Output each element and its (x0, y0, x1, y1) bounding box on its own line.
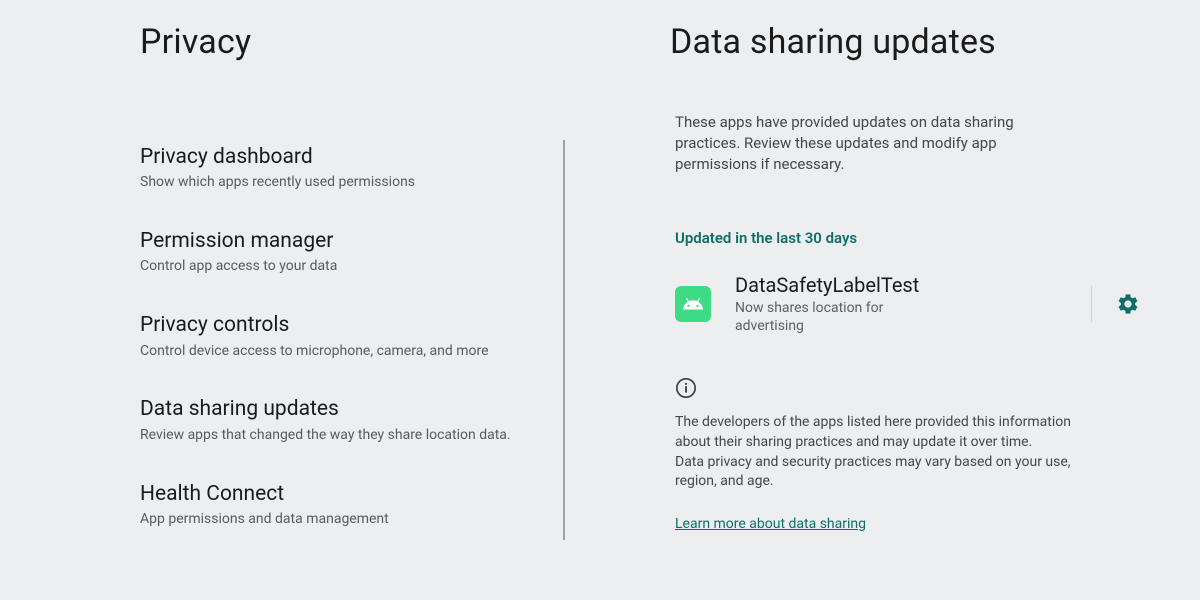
setting-sub: App permissions and data management (140, 510, 545, 529)
app-row-separator (1091, 286, 1092, 322)
privacy-dashboard-item[interactable]: Privacy dashboard Show which apps recent… (140, 144, 605, 192)
gear-icon[interactable] (1116, 292, 1140, 316)
data-sharing-panel: Data sharing updates These apps have pro… (605, 0, 1200, 600)
setting-title: Privacy dashboard (140, 144, 545, 170)
learn-more-link[interactable]: Learn more about data sharing (675, 516, 1140, 532)
panel-divider (563, 140, 565, 540)
app-info: DataSafetyLabelTest Now shares location … (735, 273, 1067, 335)
setting-sub: Show which apps recently used permission… (140, 173, 545, 192)
info-icon (675, 377, 697, 399)
section-heading: Updated in the last 30 days (675, 229, 1140, 247)
setting-sub: Review apps that changed the way they sh… (140, 426, 545, 445)
privacy-panel: Privacy Privacy dashboard Show which app… (0, 0, 605, 600)
page-title-data-sharing: Data sharing updates (670, 22, 1140, 62)
app-row[interactable]: DataSafetyLabelTest Now shares location … (675, 273, 1140, 335)
privacy-controls-item[interactable]: Privacy controls Control device access t… (140, 312, 605, 360)
intro-text: These apps have provided updates on data… (675, 112, 1075, 175)
info-block: The developers of the apps listed here p… (675, 377, 1140, 531)
android-icon (682, 293, 704, 315)
permission-manager-item[interactable]: Permission manager Control app access to… (140, 228, 605, 276)
setting-title: Health Connect (140, 481, 545, 507)
info-text-2: Data privacy and security practices may … (675, 453, 1105, 492)
setting-sub: Control device access to microphone, cam… (140, 342, 545, 361)
setting-title: Privacy controls (140, 312, 545, 338)
page-title-privacy: Privacy (140, 22, 605, 62)
setting-sub: Control app access to your data (140, 257, 545, 276)
app-name: DataSafetyLabelTest (735, 273, 1067, 297)
app-sub: Now shares location for advertising (735, 299, 955, 335)
app-icon (675, 286, 711, 322)
setting-title: Data sharing updates (140, 396, 545, 422)
health-connect-item[interactable]: Health Connect App permissions and data … (140, 481, 605, 529)
setting-title: Permission manager (140, 228, 545, 254)
info-text-1: The developers of the apps listed here p… (675, 413, 1105, 452)
data-sharing-updates-item[interactable]: Data sharing updates Review apps that ch… (140, 396, 605, 444)
